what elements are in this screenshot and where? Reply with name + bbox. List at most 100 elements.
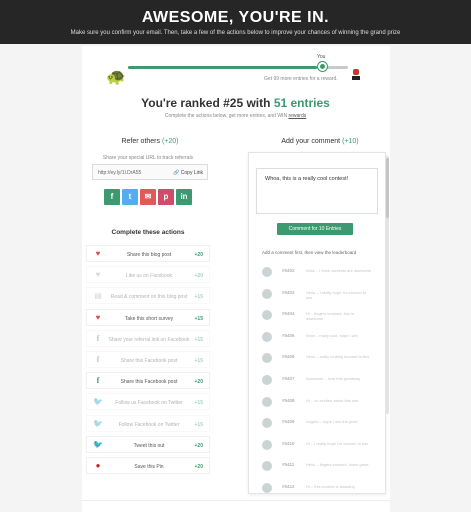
action-label: Read & comment on this blog post xyxy=(110,294,188,301)
action-item[interactable]: f Share this Facebook post +20 xyxy=(86,372,210,390)
comment-item: #5409 Angela – hope I win the prize xyxy=(262,415,380,435)
avatar xyxy=(262,331,272,342)
referral-url[interactable]: http://ey.ly/1l.DrA55 xyxy=(98,170,141,176)
bottom-card xyxy=(82,500,390,512)
action-item[interactable]: ♥ Like us on Facebook +20 xyxy=(86,266,210,284)
comment-user-id: #5409 xyxy=(282,419,295,425)
action-label: Share this Facebook post xyxy=(120,358,178,364)
action-item[interactable]: ♥ Share this blog post +20 xyxy=(86,245,210,262)
comment-title: Add your comment (+10) xyxy=(270,138,370,145)
comment-title-text: Add your comment xyxy=(281,138,341,145)
comment-text: Angela – hope I win the prize xyxy=(306,419,358,425)
share-email-button[interactable]: ✉ xyxy=(140,189,156,205)
comment-item: #5407 Awesome – love this giveaway xyxy=(262,372,380,392)
action-label: Follow us Facebook on Twitter xyxy=(115,400,183,407)
action-item[interactable]: f Share your referral link on Facebook +15 xyxy=(86,329,210,347)
share-facebook-button[interactable]: f xyxy=(104,189,120,205)
refer-title-text: Refer others xyxy=(121,138,161,145)
action-points: +20 xyxy=(194,464,203,470)
action-item[interactable]: ♥ Take this short survey +15 xyxy=(86,308,210,326)
comment-text: Hello – really looking forward to this xyxy=(306,354,370,360)
comment-text: Wow – really cool, hope I win xyxy=(306,332,358,338)
action-label: Share this Facebook post xyxy=(120,379,178,386)
avatar xyxy=(262,461,272,472)
refer-subtitle: Share your special URL to track referral… xyxy=(102,155,194,161)
avatar xyxy=(262,353,272,364)
page-title: AWESOME, YOU'RE IN. xyxy=(141,9,330,26)
comment-user-id: #5407 xyxy=(282,376,295,381)
comment-scroll-thumb[interactable] xyxy=(386,158,389,218)
avatar xyxy=(262,267,272,277)
comment-text: Wow – I think contests are awesome xyxy=(306,268,372,273)
comment-text: Hi – this contest is amazing xyxy=(306,484,355,489)
action-label: Share your referral link on Facebook xyxy=(108,336,190,343)
prize-icon xyxy=(351,69,361,81)
action-points: +20 xyxy=(194,442,203,449)
avatar xyxy=(262,375,272,385)
rewards-link[interactable]: rewards xyxy=(288,113,306,119)
header-bar: AWESOME, YOU'RE IN. Make sure you confir… xyxy=(0,0,471,44)
comment-user-id: #5408 xyxy=(282,397,295,403)
action-points: +15 xyxy=(194,336,203,343)
action-label: Tweet this out xyxy=(133,442,165,449)
action-points: +15 xyxy=(194,421,203,428)
referral-url-field[interactable]: http://ey.ly/1l.DrA55 🔗 Copy Link xyxy=(92,164,208,180)
action-item[interactable]: ● Save this Pin +20 xyxy=(86,457,210,474)
progress-section: 🐢 You Get 99 more entries for a reward. xyxy=(106,54,366,94)
comment-item: #5411 Hello – fingers crossed, looks grea… xyxy=(262,458,380,478)
comment-textarea[interactable]: Whoa, this is a really cool contest! xyxy=(256,168,378,214)
action-points: +20 xyxy=(194,273,203,280)
share-twitter-button[interactable]: t xyxy=(122,189,138,205)
copy-link-button[interactable]: 🔗 Copy Link xyxy=(173,170,203,176)
link-icon: 🔗 xyxy=(173,170,180,176)
action-item[interactable]: f Share this Facebook post +15 xyxy=(86,351,210,368)
comment-submit-button[interactable]: Comment for 10 Entries xyxy=(277,223,353,235)
comment-text: Hello – fingers crossed, looks great xyxy=(306,462,369,468)
action-points: +20 xyxy=(194,252,203,258)
comment-text: Hi – fingers crossed, this is awesome xyxy=(306,311,354,322)
comment-item: #5406 Hello – really looking forward to t… xyxy=(262,350,380,370)
comment-item: #5404 Hi – fingers crossed, this is aweso… xyxy=(262,307,380,327)
share-pinterest-button[interactable]: p xyxy=(158,189,174,205)
comment-user-id: #5406 xyxy=(282,354,295,360)
rank-subtext: Complete the actions below, get more ent… xyxy=(0,113,471,119)
avatar xyxy=(262,439,272,450)
action-item[interactable]: 🐦 Follow Facebook on Twitter +15 xyxy=(86,414,210,432)
comment-text: Hi – I really hope I'm chosen to win xyxy=(306,440,368,446)
comment-user-id: #5402 xyxy=(282,268,295,273)
action-points: +20 xyxy=(194,379,203,386)
you-marker xyxy=(318,62,327,71)
comment-text: Hello – I really hope I'm chosen to win xyxy=(306,289,367,300)
avatar xyxy=(262,418,272,429)
comment-user-id: #5403 xyxy=(282,289,295,295)
comment-item: #5403 Hello – I really hope I'm chosen to… xyxy=(262,286,380,306)
progress-fill xyxy=(128,66,318,69)
comment-user-id: #5405 xyxy=(282,332,295,338)
comment-item: #5412 Hi – this contest is amazing xyxy=(262,480,380,500)
comment-text: Hi – so excited about this one xyxy=(306,397,359,403)
comment-user-id: #5410 xyxy=(282,440,295,446)
action-points: +15 xyxy=(194,294,203,301)
rank-entries: 51 entries xyxy=(273,96,330,110)
comment-item: #5410 Hi – I really hope I'm chosen to wi… xyxy=(262,437,380,457)
refer-points: (+20) xyxy=(161,138,179,145)
turtle-icon: 🐢 xyxy=(106,69,126,86)
comment-user-id: #5412 xyxy=(282,484,295,489)
comment-note: Add a comment first, then view the leade… xyxy=(262,250,357,255)
you-label: You xyxy=(317,54,326,60)
rank-heading: You're ranked #25 with 51 entries xyxy=(0,96,471,110)
comment-item: #5408 Hi – so excited about this one xyxy=(262,394,380,414)
avatar xyxy=(262,288,272,299)
comment-item: #5405 Wow – really cool, hope I win xyxy=(262,329,380,349)
refer-title: Refer others (+20) xyxy=(100,138,200,145)
comment-user-id: #5411 xyxy=(282,462,295,468)
comment-user-id: #5404 xyxy=(282,311,295,317)
action-points: +15 xyxy=(194,315,203,322)
progress-track xyxy=(128,66,348,69)
action-item[interactable]: 🐦 Tweet this out +20 xyxy=(86,435,210,453)
action-points: +15 xyxy=(194,400,203,407)
action-item[interactable]: 🐦 Follow us Facebook on Twitter +15 xyxy=(86,393,210,411)
action-item[interactable]: ▤ Read & comment on this blog post +15 xyxy=(86,287,210,305)
share-linkedin-button[interactable]: in xyxy=(176,189,192,205)
action-label: Share this blog post xyxy=(126,252,172,258)
